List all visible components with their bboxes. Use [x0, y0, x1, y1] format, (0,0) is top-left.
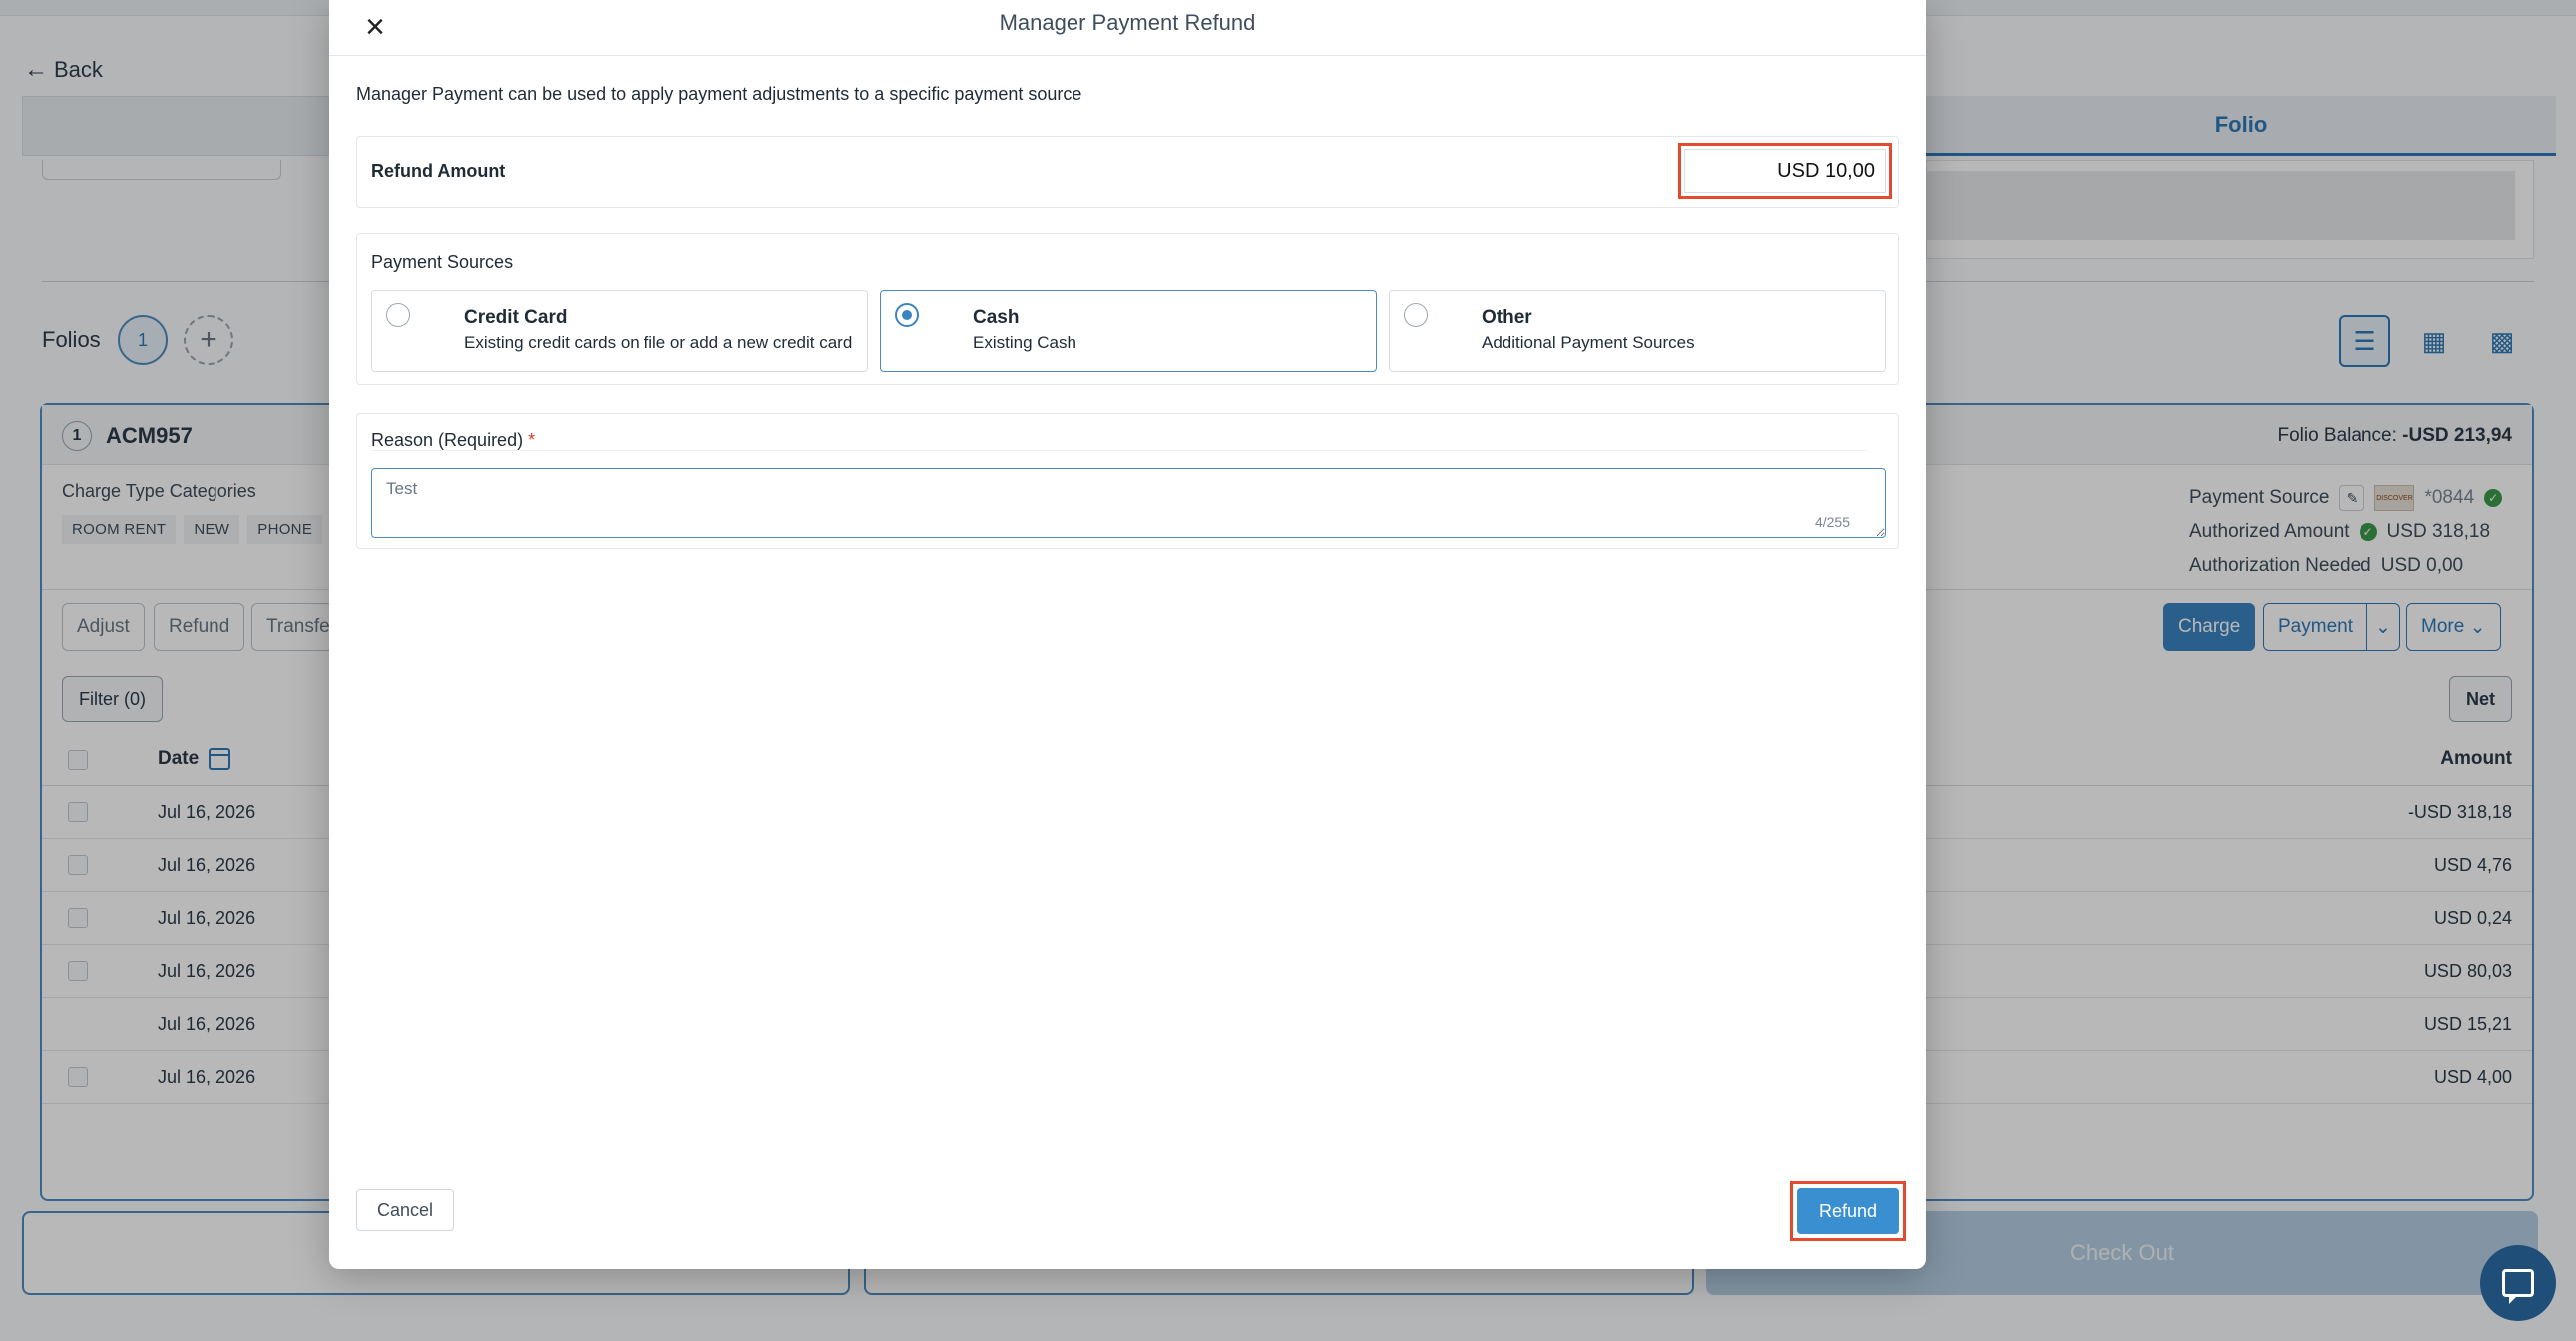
payment-sources-title: Payment Sources [371, 252, 514, 272]
modal-description: Manager Payment can be used to apply pay… [356, 84, 1082, 104]
reason-label: Reason (Required) * [371, 430, 535, 451]
source-name: Cash [973, 307, 1020, 328]
refund-amount-input[interactable] [1684, 149, 1886, 193]
char-count: 4/255 [1814, 514, 1850, 530]
source-credit-card[interactable]: Credit Card Existing credit cards on fil… [371, 290, 868, 372]
required-mark: * [528, 430, 536, 450]
chat-icon [2502, 1269, 2534, 1304]
source-sub: Existing Cash [973, 333, 1076, 352]
modal-title: Manager Payment Refund [999, 10, 1256, 35]
manager-payment-refund-modal: × Manager Payment Refund Manager Payment… [329, 0, 1926, 1269]
radio-credit-card[interactable] [386, 303, 410, 327]
source-name: Credit Card [464, 307, 568, 328]
source-cash[interactable]: Cash Existing Cash [880, 290, 1377, 372]
reason-section: Reason (Required) * Test 4/255 [356, 413, 1899, 549]
radio-other[interactable] [1404, 303, 1428, 327]
source-sub: Existing credit cards on file or add a n… [464, 333, 853, 352]
chat-button[interactable] [2480, 1245, 2556, 1321]
payment-sources-section: Payment Sources Credit Card Existing cre… [356, 233, 1899, 385]
source-sub: Additional Payment Sources [1482, 333, 1695, 352]
source-name: Other [1482, 307, 1532, 328]
reason-textarea[interactable]: Test [371, 468, 1886, 538]
reason-label-text: Reason (Required) [371, 430, 524, 450]
modal-header: × Manager Payment Refund [329, 0, 1926, 56]
divider [371, 450, 1868, 451]
refund-amount-section: Refund Amount [356, 136, 1899, 208]
radio-cash[interactable] [895, 303, 919, 327]
refund-button-highlight: Refund [1790, 1181, 1906, 1241]
source-other[interactable]: Other Additional Payment Sources [1389, 290, 1886, 372]
refund-button[interactable]: Refund [1797, 1188, 1899, 1234]
cancel-button[interactable]: Cancel [356, 1189, 454, 1231]
refund-amount-highlight [1678, 143, 1892, 199]
refund-amount-label: Refund Amount [371, 161, 506, 181]
